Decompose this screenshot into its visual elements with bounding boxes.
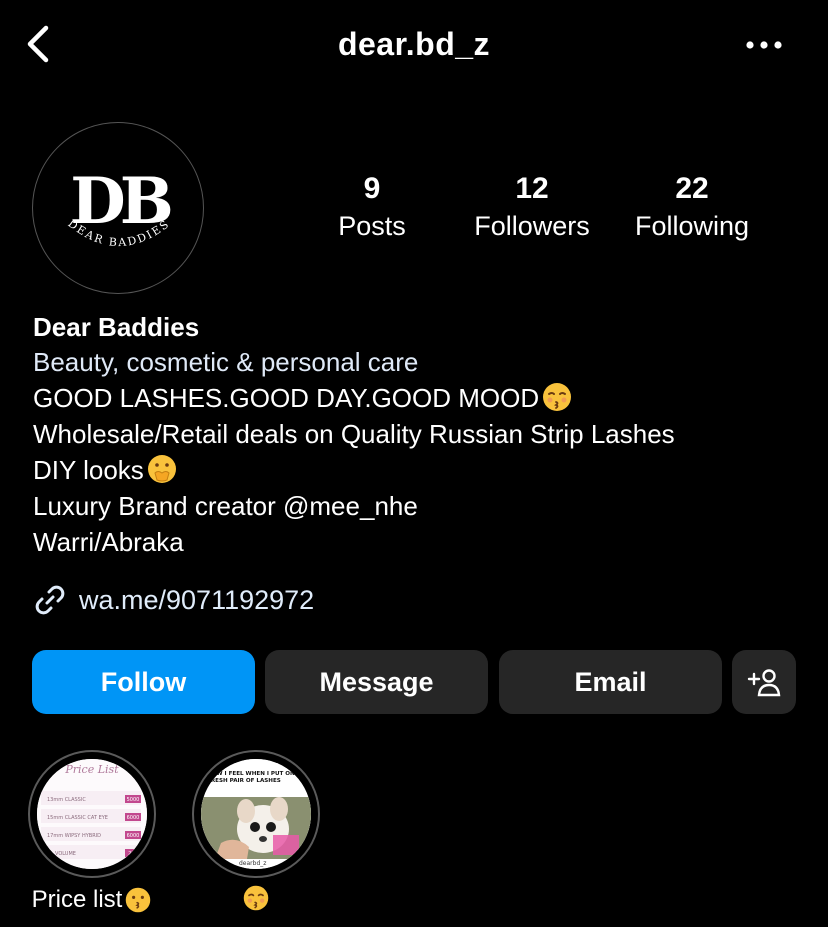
profile-username: dear.bd_z — [337, 26, 491, 62]
kissing-face-icon — [243, 885, 269, 911]
highlight-lashes-cover: HOW I FEEL WHEN I PUT ON A FRESH PAIR OF… — [201, 759, 311, 869]
stat-posts[interactable]: 9 Posts — [322, 172, 422, 244]
price-row-3-value: 6000 — [127, 833, 140, 839]
link-text: wa.me/9071192972 — [79, 584, 315, 615]
price-list-title: Price List — [64, 763, 119, 776]
price-list-thumbnail: Price List 13mm CLASSIC 5000 15mm CLASSI… — [37, 759, 147, 869]
avatar[interactable]: DB DEAR BADDIES — [32, 122, 204, 294]
bio-line-1-text: GOOD LASHES.GOOD DAY.GOOD MOOD — [33, 383, 540, 413]
bio-line-5: Warri/Abraka — [33, 527, 184, 557]
stat-followers[interactable]: 12 Followers — [466, 172, 598, 244]
add-user-button[interactable] — [732, 650, 796, 714]
lashes-meme-thumbnail: HOW I FEEL WHEN I PUT ON A FRESH PAIR OF… — [201, 759, 311, 869]
top-bar: dear.bd_z — [0, 0, 828, 90]
bio: Dear Baddies Beauty, cosmetic & personal… — [33, 310, 813, 560]
display-name: Dear Baddies — [33, 312, 200, 342]
highlight-price-list-label: Price list — [20, 884, 164, 916]
highlight-lashes-label — [192, 884, 320, 912]
message-button[interactable]: Message — [265, 650, 488, 714]
bio-line-4: Luxury Brand creator @mee_nhe — [33, 491, 418, 521]
kissing-face-icon — [126, 887, 151, 913]
bio-line-1: GOOD LASHES.GOOD DAY.GOOD MOOD — [33, 380, 813, 416]
highlight-price-list[interactable]: Price List 13mm CLASSIC 5000 15mm CLASSI… — [28, 750, 156, 878]
stat-following[interactable]: 22 Following — [626, 172, 758, 244]
price-row-4-value: 200 — [128, 851, 138, 857]
price-row-1-value: 5000 — [127, 797, 140, 803]
price-row-1-name: 13mm CLASSIC — [47, 797, 86, 803]
follow-button[interactable]: Follow — [32, 650, 255, 714]
bio-line-2: Wholesale/Retail deals on Quality Russia… — [33, 419, 675, 449]
followers-label: Followers — [474, 211, 590, 241]
category-label: Beauty, cosmetic & personal care — [33, 347, 419, 377]
price-row-2-value: 6000 — [127, 815, 140, 821]
followers-count: 12 — [515, 172, 549, 205]
posts-label: Posts — [338, 211, 406, 241]
price-row-2-name: 15mm CLASSIC CAT EYE — [47, 815, 108, 821]
kissing-face-icon — [543, 383, 572, 411]
meme-caption: HOW I FEEL WHEN I PUT ON A FRESH PAIR OF… — [207, 771, 302, 784]
price-row-3-name: 17mm WIPSY HYBRID — [47, 833, 101, 839]
bio-line-3-text: DIY looks — [33, 455, 144, 485]
email-button[interactable]: Email — [499, 650, 722, 714]
more-horizontal-icon[interactable] — [742, 30, 786, 60]
highlight-price-list-cover: Price List 13mm CLASSIC 5000 15mm CLASSI… — [37, 759, 147, 869]
link-icon — [35, 585, 65, 615]
external-link[interactable]: wa.me/9071192972 — [33, 580, 314, 620]
price-row-4-name: VOLUME — [55, 851, 76, 857]
following-count: 22 — [675, 172, 709, 205]
face-with-hand-over-mouth-icon — [147, 455, 176, 483]
add-user-icon — [747, 669, 781, 697]
following-label: Following — [634, 211, 750, 241]
dear-baddies-logo: DB DEAR BADDIES — [65, 164, 176, 249]
bio-line-3: DIY looks — [33, 452, 813, 488]
highlight-price-list-label-text: Price list — [31, 886, 123, 913]
highlight-lashes[interactable]: HOW I FEEL WHEN I PUT ON A FRESH PAIR OF… — [192, 750, 320, 878]
meme-watermark: dearbd_z — [239, 860, 266, 867]
posts-count: 9 — [363, 172, 381, 205]
